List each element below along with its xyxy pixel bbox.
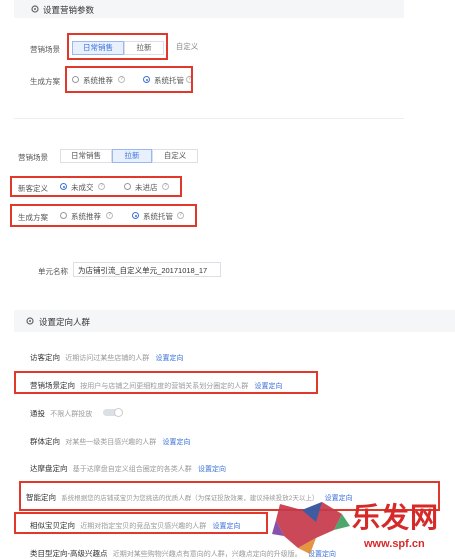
targeting-row-name: 类目型定向-高级兴趣点 <box>30 549 108 558</box>
targeting-row-desc: 不限人群投放 <box>50 411 93 418</box>
targeting-header: 设置定向人群 <box>14 310 455 332</box>
highlight-box-plan-2 <box>10 204 197 227</box>
plan-label-1: 生成方案 <box>30 77 60 86</box>
targeting-row-name: 访客定向 <box>30 353 60 362</box>
targeting-row-broad: 通投 不限人群投放 <box>30 408 92 419</box>
targeting-row-desc: 对某些一级类目感兴趣的人群 <box>65 439 157 446</box>
set-targeting-link-group[interactable]: 设置定向 <box>162 439 190 446</box>
unit-name-input[interactable]: 为店铺引流_自定义单元_20171018_17 <box>73 262 221 277</box>
targeting-row-dmp: 达摩盘定向 基于达摩盘自定义组合圈定的各类人群 设置定向 <box>30 463 226 474</box>
highlight-box-scene-1 <box>67 33 168 60</box>
scene-label-2: 营销场景 <box>18 153 48 162</box>
highlight-box-plan-1 <box>65 66 193 93</box>
watermark-brand: 乐发网 <box>352 501 440 534</box>
targeting-row-desc: 近期访问过某些店铺的人群 <box>65 355 150 362</box>
watermark-url: www.spf.cn <box>364 538 425 550</box>
highlight-box-scene-targeting <box>14 371 318 394</box>
unit-label: 单元名称 <box>38 267 68 276</box>
section1-title: 设置营销参数 <box>43 5 95 15</box>
highlight-box-similar <box>14 512 268 534</box>
section1-bottom-border <box>14 118 404 119</box>
targeting-row-name: 群体定向 <box>30 437 60 446</box>
scene-option-custom-1[interactable]: 自定义 <box>164 41 210 55</box>
set-targeting-link-dmp[interactable]: 设置定向 <box>198 466 226 473</box>
set-targeting-link-visitor[interactable]: 设置定向 <box>155 355 183 362</box>
watermark-logo: 乐发网 www.spf.cn <box>272 494 452 559</box>
targeting-row-desc: 基于达摩盘自定义组合圈定的各类人群 <box>72 466 192 473</box>
section1-header: 设置营销参数 <box>14 0 404 18</box>
broad-toggle[interactable] <box>103 408 123 417</box>
targeting-row-group: 群体定向 对某些一级类目感兴趣的人群 设置定向 <box>30 436 190 447</box>
toggle-knob <box>114 408 123 417</box>
unit-name-value: 为店铺引流_自定义单元_20171018_17 <box>78 266 208 275</box>
targeting-row-name: 达摩盘定向 <box>30 464 68 473</box>
scene-option-custom-2[interactable]: 自定义 <box>152 149 198 163</box>
targeting-title: 设置定向人群 <box>39 317 91 327</box>
targeting-row-name: 通投 <box>30 409 45 418</box>
scene-option-daily-2[interactable]: 日常销售 <box>60 149 112 163</box>
highlight-box-newcust <box>10 176 182 197</box>
gear-icon <box>31 5 39 13</box>
scene-label-1: 营销场景 <box>30 45 60 54</box>
gear-icon <box>26 317 34 325</box>
scene-option-acquire-2[interactable]: 拉新 <box>112 149 152 163</box>
watermark-animal-icon <box>272 502 350 554</box>
targeting-row-visitor: 访客定向 近期访问过某些店铺的人群 设置定向 <box>30 352 183 363</box>
